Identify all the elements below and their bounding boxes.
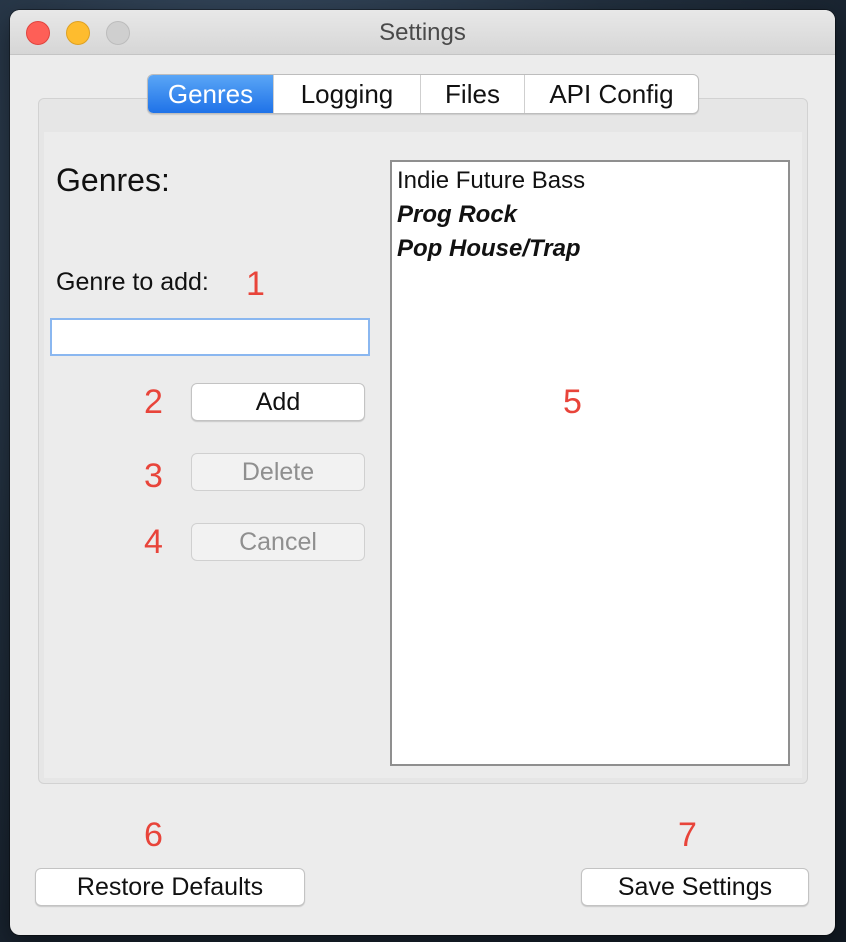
title-bar[interactable]: Settings (10, 10, 835, 55)
annotation-marker-6: 6 (144, 816, 163, 854)
annotation-marker-1: 1 (246, 265, 265, 303)
genre-to-add-label: Genre to add: (56, 268, 209, 296)
list-item[interactable]: Indie Future Bass (392, 162, 788, 196)
save-settings-button[interactable]: Save Settings (581, 868, 809, 906)
tab-logging[interactable]: Logging (274, 75, 421, 113)
cancel-button[interactable]: Cancel (191, 523, 365, 561)
tab-genres[interactable]: Genres (148, 75, 274, 113)
window-title: Settings (379, 19, 466, 46)
tab-bar: Genres Logging Files API Config (147, 74, 699, 114)
delete-button[interactable]: Delete (191, 453, 365, 491)
genre-input[interactable] (50, 318, 370, 356)
restore-defaults-button[interactable]: Restore Defaults (35, 868, 305, 906)
genre-list[interactable]: Indie Future Bass Prog Rock Pop House/Tr… (390, 160, 790, 766)
add-button[interactable]: Add (191, 383, 365, 421)
list-item[interactable]: Prog Rock (392, 196, 788, 230)
annotation-marker-2: 2 (144, 383, 163, 421)
annotation-marker-3: 3 (144, 457, 163, 495)
tab-api-config[interactable]: API Config (525, 75, 698, 113)
list-item[interactable]: Pop House/Trap (392, 230, 788, 264)
annotation-marker-5: 5 (563, 383, 582, 421)
tab-files[interactable]: Files (421, 75, 525, 113)
annotation-marker-7: 7 (678, 816, 697, 854)
settings-window: Settings Genres Logging Files API Config… (10, 10, 835, 935)
genres-heading: Genres: (56, 162, 170, 198)
annotation-marker-4: 4 (144, 523, 163, 561)
